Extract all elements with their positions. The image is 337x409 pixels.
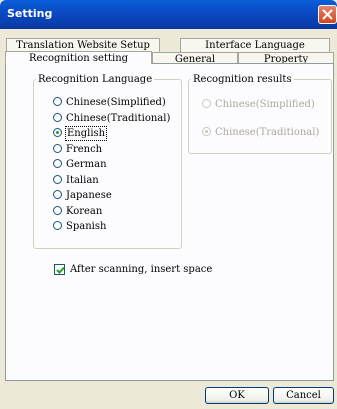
insert-space-label: After scanning, insert space: [70, 264, 213, 275]
radio-circle-icon: [202, 99, 211, 108]
radio-circle-icon: [53, 190, 62, 199]
close-button[interactable]: [318, 5, 337, 24]
recognition-language-option-label: Spanish: [66, 221, 107, 232]
ok-button[interactable]: OK: [205, 387, 269, 404]
recognition-results-legend: Recognition results: [193, 74, 292, 85]
checkmark-icon: [56, 266, 65, 274]
recognition-results-group: Recognition results: [188, 74, 332, 154]
radio-circle-icon: [53, 112, 62, 122]
tab-recognition-setting[interactable]: Recognition setting: [5, 51, 152, 64]
checkbox-box: [54, 264, 65, 275]
tab-translation-website-setup[interactable]: Translation Website Setup: [6, 38, 160, 52]
radio-circle-icon: [53, 97, 62, 106]
recognition-language-option-label: English: [64, 126, 108, 141]
tab-interface-language[interactable]: Interface Language: [180, 38, 330, 52]
recognition-language-option-label: French: [66, 143, 103, 155]
radio-circle-icon: [53, 143, 62, 153]
setting-dialog: Setting Translation Website Setup Interf…: [0, 0, 337, 409]
window-title: Setting: [7, 7, 53, 20]
recognition-language-option-label: German: [66, 159, 107, 170]
title-bar[interactable]: Setting: [0, 0, 337, 29]
radio-circle-icon: [53, 128, 62, 137]
recognition-results-option-label: Chinese(Traditional): [215, 127, 320, 138]
radio-circle-icon: [202, 127, 211, 136]
recognition-language-option-label: Chinese(Simplified): [66, 97, 166, 108]
recognition-language-option-label: Italian: [66, 174, 99, 186]
radio-circle-icon: [53, 174, 62, 184]
recognition-language-option-label: Korean: [66, 205, 103, 217]
recognition-language-option-label: Chinese(Traditional): [66, 112, 171, 124]
recognition-language-option-label: Japanese: [66, 190, 112, 201]
recognition-results-option-label: Chinese(Simplified): [215, 99, 315, 110]
cancel-button[interactable]: Cancel: [273, 387, 334, 404]
radio-circle-icon: [53, 159, 62, 168]
radio-circle-icon: [53, 205, 62, 215]
radio-circle-icon: [53, 221, 62, 230]
recognition-language-legend: Recognition Language: [38, 74, 153, 85]
